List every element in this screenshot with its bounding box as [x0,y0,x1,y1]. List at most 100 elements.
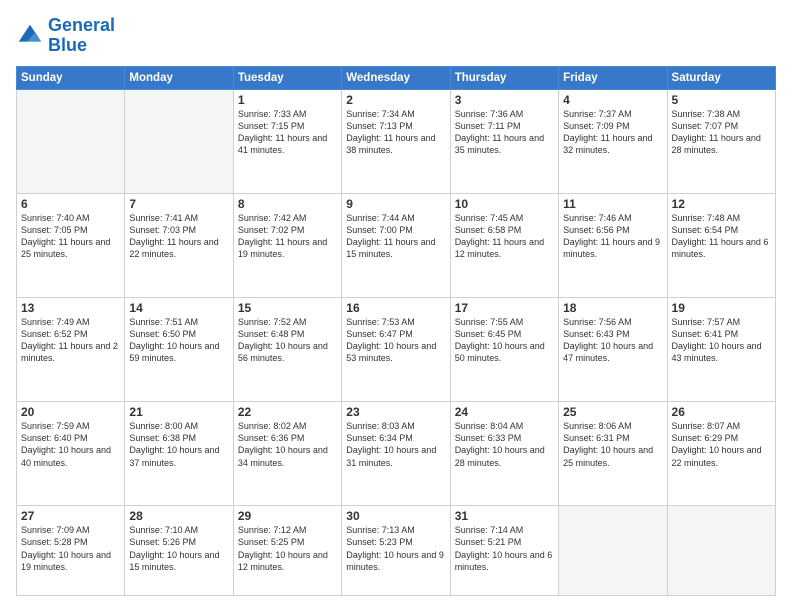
day-number: 11 [563,197,662,211]
logo-text: General Blue [48,16,115,56]
day-number: 29 [238,509,337,523]
day-info: Sunrise: 8:07 AM Sunset: 6:29 PM Dayligh… [672,420,771,469]
weekday-header: Sunday [17,66,125,89]
day-number: 15 [238,301,337,315]
day-number: 22 [238,405,337,419]
calendar-cell: 19Sunrise: 7:57 AM Sunset: 6:41 PM Dayli… [667,297,775,401]
calendar-cell: 7Sunrise: 7:41 AM Sunset: 7:03 PM Daylig… [125,193,233,297]
calendar-cell [667,506,775,596]
day-number: 21 [129,405,228,419]
day-info: Sunrise: 7:59 AM Sunset: 6:40 PM Dayligh… [21,420,120,469]
calendar-cell: 8Sunrise: 7:42 AM Sunset: 7:02 PM Daylig… [233,193,341,297]
day-info: Sunrise: 7:49 AM Sunset: 6:52 PM Dayligh… [21,316,120,365]
day-number: 1 [238,93,337,107]
day-info: Sunrise: 7:34 AM Sunset: 7:13 PM Dayligh… [346,108,445,157]
calendar-cell: 2Sunrise: 7:34 AM Sunset: 7:13 PM Daylig… [342,89,450,193]
calendar-table: SundayMondayTuesdayWednesdayThursdayFrid… [16,66,776,596]
day-info: Sunrise: 7:44 AM Sunset: 7:00 PM Dayligh… [346,212,445,261]
day-info: Sunrise: 7:55 AM Sunset: 6:45 PM Dayligh… [455,316,554,365]
calendar-cell: 9Sunrise: 7:44 AM Sunset: 7:00 PM Daylig… [342,193,450,297]
calendar-cell: 3Sunrise: 7:36 AM Sunset: 7:11 PM Daylig… [450,89,558,193]
calendar-cell: 17Sunrise: 7:55 AM Sunset: 6:45 PM Dayli… [450,297,558,401]
logo: General Blue [16,16,115,56]
calendar-cell: 14Sunrise: 7:51 AM Sunset: 6:50 PM Dayli… [125,297,233,401]
weekday-header: Monday [125,66,233,89]
calendar-cell: 31Sunrise: 7:14 AM Sunset: 5:21 PM Dayli… [450,506,558,596]
day-number: 14 [129,301,228,315]
day-number: 13 [21,301,120,315]
header: General Blue [16,16,776,56]
day-info: Sunrise: 7:13 AM Sunset: 5:23 PM Dayligh… [346,524,445,573]
day-number: 10 [455,197,554,211]
calendar-cell: 5Sunrise: 7:38 AM Sunset: 7:07 PM Daylig… [667,89,775,193]
calendar-cell: 10Sunrise: 7:45 AM Sunset: 6:58 PM Dayli… [450,193,558,297]
day-info: Sunrise: 7:40 AM Sunset: 7:05 PM Dayligh… [21,212,120,261]
day-number: 27 [21,509,120,523]
day-info: Sunrise: 8:03 AM Sunset: 6:34 PM Dayligh… [346,420,445,469]
day-number: 24 [455,405,554,419]
weekday-header: Friday [559,66,667,89]
day-info: Sunrise: 8:06 AM Sunset: 6:31 PM Dayligh… [563,420,662,469]
day-number: 18 [563,301,662,315]
day-info: Sunrise: 7:14 AM Sunset: 5:21 PM Dayligh… [455,524,554,573]
day-info: Sunrise: 7:37 AM Sunset: 7:09 PM Dayligh… [563,108,662,157]
calendar-cell [17,89,125,193]
page: General Blue SundayMondayTuesdayWednesda… [0,0,792,612]
day-number: 16 [346,301,445,315]
day-info: Sunrise: 7:38 AM Sunset: 7:07 PM Dayligh… [672,108,771,157]
day-info: Sunrise: 7:53 AM Sunset: 6:47 PM Dayligh… [346,316,445,365]
day-number: 4 [563,93,662,107]
day-info: Sunrise: 8:02 AM Sunset: 6:36 PM Dayligh… [238,420,337,469]
calendar-cell: 26Sunrise: 8:07 AM Sunset: 6:29 PM Dayli… [667,402,775,506]
calendar-cell: 22Sunrise: 8:02 AM Sunset: 6:36 PM Dayli… [233,402,341,506]
calendar-cell: 4Sunrise: 7:37 AM Sunset: 7:09 PM Daylig… [559,89,667,193]
calendar-cell: 18Sunrise: 7:56 AM Sunset: 6:43 PM Dayli… [559,297,667,401]
day-info: Sunrise: 7:48 AM Sunset: 6:54 PM Dayligh… [672,212,771,261]
day-info: Sunrise: 7:41 AM Sunset: 7:03 PM Dayligh… [129,212,228,261]
day-number: 23 [346,405,445,419]
calendar-cell [559,506,667,596]
day-number: 26 [672,405,771,419]
calendar-cell: 24Sunrise: 8:04 AM Sunset: 6:33 PM Dayli… [450,402,558,506]
logo-icon [16,22,44,50]
day-info: Sunrise: 7:10 AM Sunset: 5:26 PM Dayligh… [129,524,228,573]
calendar-week-row: 13Sunrise: 7:49 AM Sunset: 6:52 PM Dayli… [17,297,776,401]
calendar-header-row: SundayMondayTuesdayWednesdayThursdayFrid… [17,66,776,89]
day-number: 31 [455,509,554,523]
calendar-cell: 16Sunrise: 7:53 AM Sunset: 6:47 PM Dayli… [342,297,450,401]
day-number: 30 [346,509,445,523]
day-info: Sunrise: 7:12 AM Sunset: 5:25 PM Dayligh… [238,524,337,573]
calendar-cell: 12Sunrise: 7:48 AM Sunset: 6:54 PM Dayli… [667,193,775,297]
day-info: Sunrise: 7:33 AM Sunset: 7:15 PM Dayligh… [238,108,337,157]
day-number: 20 [21,405,120,419]
day-number: 19 [672,301,771,315]
calendar-cell: 30Sunrise: 7:13 AM Sunset: 5:23 PM Dayli… [342,506,450,596]
day-info: Sunrise: 7:36 AM Sunset: 7:11 PM Dayligh… [455,108,554,157]
day-number: 6 [21,197,120,211]
day-number: 2 [346,93,445,107]
day-info: Sunrise: 8:04 AM Sunset: 6:33 PM Dayligh… [455,420,554,469]
calendar-week-row: 6Sunrise: 7:40 AM Sunset: 7:05 PM Daylig… [17,193,776,297]
calendar-week-row: 27Sunrise: 7:09 AM Sunset: 5:28 PM Dayli… [17,506,776,596]
weekday-header: Saturday [667,66,775,89]
calendar-week-row: 1Sunrise: 7:33 AM Sunset: 7:15 PM Daylig… [17,89,776,193]
day-number: 28 [129,509,228,523]
calendar-cell: 25Sunrise: 8:06 AM Sunset: 6:31 PM Dayli… [559,402,667,506]
calendar-cell: 21Sunrise: 8:00 AM Sunset: 6:38 PM Dayli… [125,402,233,506]
day-info: Sunrise: 7:46 AM Sunset: 6:56 PM Dayligh… [563,212,662,261]
calendar-cell: 6Sunrise: 7:40 AM Sunset: 7:05 PM Daylig… [17,193,125,297]
weekday-header: Wednesday [342,66,450,89]
calendar-cell: 1Sunrise: 7:33 AM Sunset: 7:15 PM Daylig… [233,89,341,193]
day-number: 8 [238,197,337,211]
day-info: Sunrise: 7:09 AM Sunset: 5:28 PM Dayligh… [21,524,120,573]
calendar-cell: 28Sunrise: 7:10 AM Sunset: 5:26 PM Dayli… [125,506,233,596]
day-number: 12 [672,197,771,211]
calendar-cell: 11Sunrise: 7:46 AM Sunset: 6:56 PM Dayli… [559,193,667,297]
calendar-week-row: 20Sunrise: 7:59 AM Sunset: 6:40 PM Dayli… [17,402,776,506]
calendar-cell: 20Sunrise: 7:59 AM Sunset: 6:40 PM Dayli… [17,402,125,506]
calendar-cell: 29Sunrise: 7:12 AM Sunset: 5:25 PM Dayli… [233,506,341,596]
calendar-cell: 13Sunrise: 7:49 AM Sunset: 6:52 PM Dayli… [17,297,125,401]
weekday-header: Tuesday [233,66,341,89]
weekday-header: Thursday [450,66,558,89]
day-info: Sunrise: 7:42 AM Sunset: 7:02 PM Dayligh… [238,212,337,261]
